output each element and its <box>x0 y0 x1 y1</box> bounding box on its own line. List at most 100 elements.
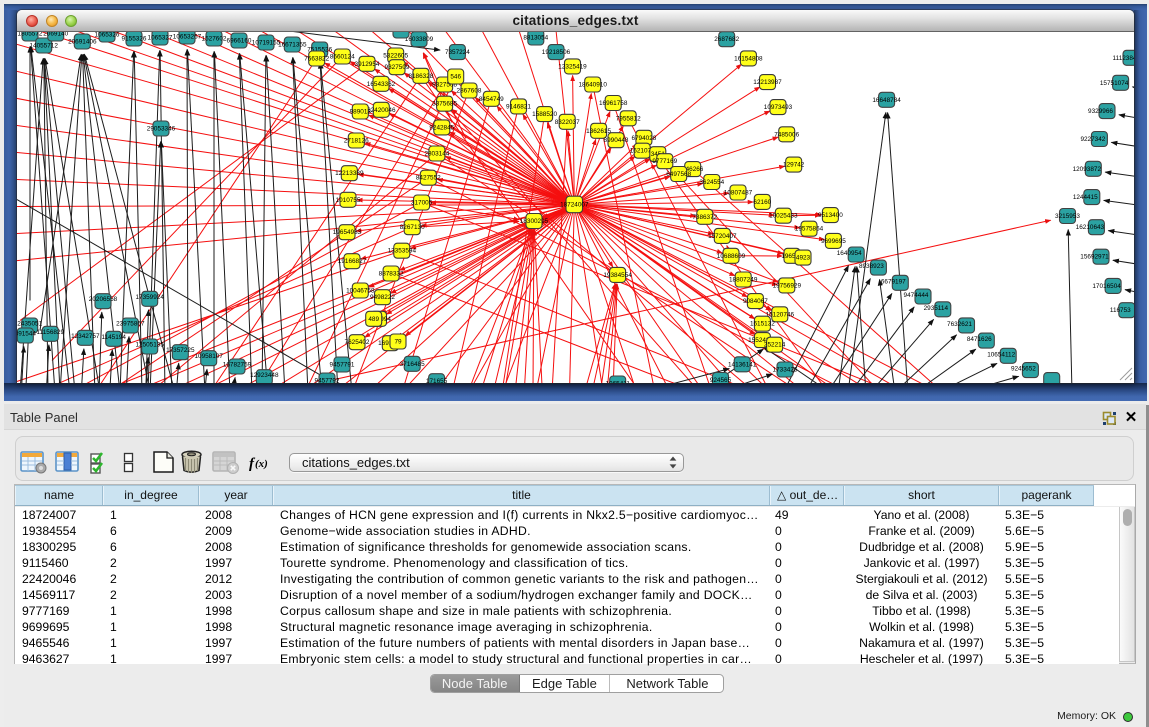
svg-text:16671355: 16671355 <box>278 41 307 48</box>
svg-text:3215953: 3215953 <box>1055 213 1080 220</box>
svg-text:2867608: 2867608 <box>457 87 482 94</box>
svg-text:10025433: 10025433 <box>769 212 798 219</box>
svg-text:9498222: 9498222 <box>370 294 395 301</box>
svg-text:6679197: 6679197 <box>881 278 906 285</box>
svg-text:14055712: 14055712 <box>29 42 58 49</box>
svg-text:18640910: 18640910 <box>578 81 607 88</box>
svg-text:7625402: 7625402 <box>345 339 370 346</box>
svg-text:9777169: 9777169 <box>652 158 677 165</box>
svg-text:19756929: 19756929 <box>773 282 802 289</box>
svg-text:14136141: 14136141 <box>728 361 757 368</box>
svg-text:1010755: 1010755 <box>336 196 361 203</box>
svg-text:19575864: 19575864 <box>795 225 824 232</box>
svg-text:1065327: 1065327 <box>148 34 173 41</box>
svg-text:9084067: 9084067 <box>743 298 768 305</box>
svg-text:989013: 989013 <box>350 108 372 115</box>
svg-text:79: 79 <box>394 338 402 345</box>
svg-text:2803144: 2803144 <box>424 150 449 157</box>
svg-text:7357224: 7357224 <box>445 49 470 56</box>
svg-text:4923: 4923 <box>796 254 811 261</box>
svg-text:12325419: 12325419 <box>558 63 587 70</box>
svg-text:171655: 171655 <box>426 378 448 383</box>
svg-text:391544: 391544 <box>17 330 36 337</box>
svg-text:924565: 924565 <box>710 377 732 383</box>
svg-text:16543362: 16543362 <box>367 80 396 87</box>
svg-text:62160: 62160 <box>753 198 771 205</box>
svg-text:(x): (x) <box>255 458 268 470</box>
svg-text:3912954: 3912954 <box>355 60 380 67</box>
svg-text:9327509: 9327509 <box>385 64 410 71</box>
svg-text:2435051: 2435051 <box>17 320 42 327</box>
svg-text:8938923: 8938923 <box>859 263 884 270</box>
svg-text:12213987: 12213987 <box>753 79 782 86</box>
svg-text:22420046: 22420046 <box>367 106 396 113</box>
svg-text:1640954: 1640954 <box>837 250 862 257</box>
svg-text:16210643: 16210643 <box>1076 224 1105 231</box>
svg-text:10719155: 10719155 <box>252 39 281 46</box>
svg-text:6966160: 6966160 <box>227 37 252 44</box>
svg-text:116753: 116753 <box>1110 307 1131 314</box>
svg-text:129742: 129742 <box>783 161 805 168</box>
svg-text:9245652: 9245652 <box>1011 365 1036 372</box>
svg-text:8322037: 8322037 <box>555 118 580 125</box>
svg-text:20691406: 20691406 <box>68 38 97 45</box>
svg-text:9227342: 9227342 <box>1080 136 1105 143</box>
svg-text:9155326: 9155326 <box>122 35 147 42</box>
svg-text:17357225: 17357225 <box>166 347 195 354</box>
svg-text:8427552: 8427552 <box>416 174 441 181</box>
svg-text:7632621: 7632621 <box>947 320 972 327</box>
svg-text:18807249: 18807249 <box>729 276 758 283</box>
svg-text:10973493: 10973493 <box>764 104 793 111</box>
svg-text:3716485: 3716485 <box>400 360 425 367</box>
svg-text:12505135: 12505135 <box>135 341 164 348</box>
svg-text:19654983: 19654983 <box>333 229 362 236</box>
svg-text:1065411: 1065411 <box>605 380 630 383</box>
svg-text:10653267: 10653267 <box>173 33 202 40</box>
svg-text:1065326: 1065326 <box>95 32 120 39</box>
svg-text:2935114: 2935114 <box>924 304 949 311</box>
svg-text:10654112: 10654112 <box>987 351 1015 358</box>
svg-text:12923448: 12923448 <box>250 372 279 379</box>
svg-text:9513400: 9513400 <box>818 212 843 219</box>
svg-text:8990448: 8990448 <box>604 137 629 144</box>
svg-text:15720407: 15720407 <box>708 232 737 239</box>
svg-text:1244415: 1244415 <box>1073 194 1098 201</box>
svg-text:16154808: 16154808 <box>734 55 763 62</box>
svg-text:9474444: 9474444 <box>904 292 929 299</box>
svg-text:2718126: 2718126 <box>344 137 369 144</box>
svg-text:8878332: 8878332 <box>379 270 404 277</box>
svg-text:1805572: 1805572 <box>18 32 43 38</box>
svg-text:317005: 317005 <box>411 199 433 206</box>
svg-text:8471626: 8471626 <box>967 336 992 343</box>
svg-text:1362615: 1362615 <box>586 127 611 134</box>
svg-text:29053346: 29053346 <box>147 125 176 132</box>
svg-text:3624554: 3624554 <box>699 179 724 186</box>
svg-text:10958107: 10958107 <box>194 353 223 360</box>
svg-text:9699695: 9699695 <box>821 237 846 244</box>
svg-text:6794028: 6794028 <box>631 134 656 141</box>
svg-text:1588520: 1588520 <box>532 111 557 118</box>
svg-text:17359924: 17359924 <box>135 293 164 300</box>
svg-text:16961758: 16961758 <box>599 100 628 107</box>
svg-text:6497568: 6497568 <box>666 171 691 178</box>
svg-text:10688609: 10688609 <box>717 252 746 259</box>
svg-text:1112384: 1112384 <box>1113 54 1134 61</box>
svg-text:9329966: 9329966 <box>1088 108 1113 115</box>
svg-text:12213389: 12213389 <box>335 170 364 177</box>
svg-text:19384554: 19384554 <box>603 271 632 278</box>
svg-text:1527602: 1527602 <box>202 35 227 42</box>
svg-text:9146821: 9146821 <box>506 103 531 110</box>
svg-text:7955812: 7955812 <box>616 115 641 122</box>
svg-text:15751074: 15751074 <box>1100 79 1129 86</box>
svg-text:16782759: 16782759 <box>223 361 252 368</box>
svg-text:2069140: 2069140 <box>43 32 68 38</box>
svg-text:15692971: 15692971 <box>1080 253 1109 260</box>
svg-text:17016504: 17016504 <box>1092 282 1121 289</box>
svg-text:8813054: 8813054 <box>523 34 548 41</box>
svg-text:13353594: 13353594 <box>388 247 417 254</box>
svg-text:7485006: 7485006 <box>774 131 799 138</box>
svg-text:19218506: 19218506 <box>542 49 571 56</box>
svg-text:8454749: 8454749 <box>479 95 504 102</box>
svg-text:19166827: 19166827 <box>338 258 367 265</box>
svg-text:1145194: 1145194 <box>101 333 126 340</box>
